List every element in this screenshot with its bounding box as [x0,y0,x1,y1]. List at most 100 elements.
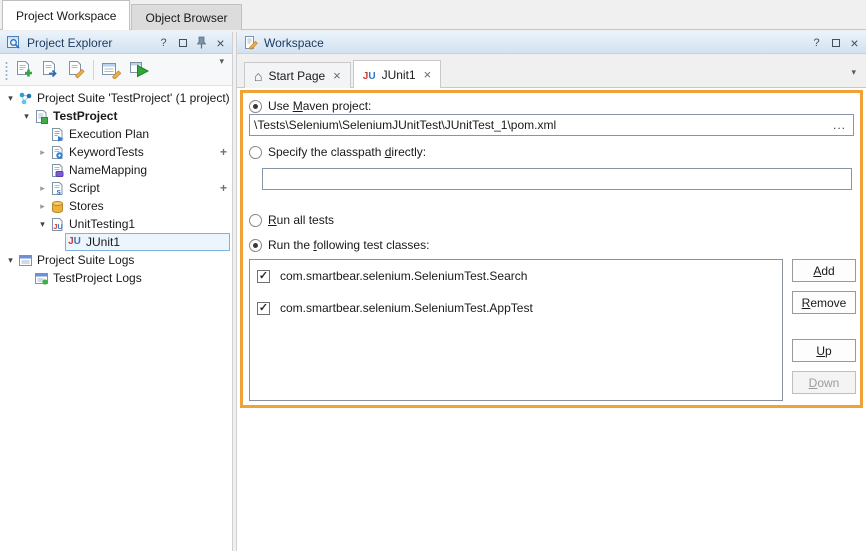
project-explorer-title: Project Explorer [27,36,112,50]
toolbar-overflow-button[interactable]: ▾ [214,54,229,69]
tree-item-project-suite-logs[interactable]: ▾Project Suite Logs [0,251,232,269]
checkbox-icon[interactable]: ✓ [257,302,270,315]
test-class-label: com.smartbear.selenium.SeleniumTest.AppT… [280,301,533,315]
tab-label: JUnit1 [382,68,416,82]
tree-item-label: Stores [66,198,107,214]
project-explorer-icon [5,35,22,50]
tree-item-label: TestProject Logs [50,270,145,286]
use-maven-radio[interactable]: Use Maven project: [249,98,371,114]
expander-open-icon[interactable]: ▾ [4,255,17,266]
edit-item-button[interactable] [64,57,88,83]
log-icon [33,271,50,286]
classpath-input[interactable] [262,168,852,190]
toolbar-grip[interactable] [3,60,8,80]
namemapping-icon [49,163,66,178]
classpath-radio[interactable]: Specify the classpath directly: [249,144,426,160]
test-classes-list[interactable]: ✓ com.smartbear.selenium.SeleniumTest.Sea… [249,259,783,401]
test-class-row[interactable]: ✓ com.smartbear.selenium.SeleniumTest.Sea… [250,260,782,292]
panel-window-buttons: ? × [810,36,861,50]
maven-path-input[interactable]: \Tests\Selenium\SeleniumJUnitTest\JUnitT… [249,114,854,136]
main-tab-bar: Project WorkspaceObject Browser [0,0,866,30]
document-tabs: ⌂ Start Page × JU JUnit1 × [244,60,443,88]
expander-closed-icon[interactable]: ▸ [36,183,49,194]
maximize-icon [179,39,187,47]
expander-open-icon[interactable]: ▾ [36,219,49,230]
tree-item-label: NameMapping [66,162,150,178]
organize-tests-button[interactable] [99,57,125,83]
tree-item-namemapping[interactable]: NameMapping [0,161,232,179]
script-icon: s [49,181,66,196]
junit-icon: JU [66,237,83,247]
tree-item-script[interactable]: ▸sScript+ [0,179,232,197]
tree-item-project-suite[interactable]: ▾ Project Suite 'TestProject' (1 project) [0,89,232,107]
tab-label: Start Page [268,69,325,83]
tree-item-junit1[interactable]: JUJUnit1 [0,233,232,251]
expander-closed-icon[interactable]: ▸ [36,147,49,158]
help-button[interactable]: ? [810,36,823,50]
add-button[interactable]: Add [792,259,856,282]
tab-close-icon[interactable]: × [333,71,341,81]
document-tab-junit1[interactable]: JU JUnit1 × [353,60,441,88]
maximize-button[interactable] [829,36,842,50]
add-plus-icon[interactable]: + [220,145,227,159]
remove-button[interactable]: Remove [792,291,856,314]
tree-item-stores[interactable]: ▸ Stores [0,197,232,215]
document-tab-start-page[interactable]: ⌂ Start Page × [244,62,351,88]
add-new-item-button[interactable] [12,57,36,83]
test-class-label: com.smartbear.selenium.SeleniumTest.Sear… [280,269,527,283]
button-label: Down [809,376,840,390]
test-class-row[interactable]: ✓ com.smartbear.selenium.SeleniumTest.App… [250,292,782,324]
tree-item-label: Project Suite 'TestProject' (1 project) [34,90,232,106]
tree-item-testproject[interactable]: ▾TestProject [0,107,232,125]
explorer-toolbar: ▾ [0,54,232,86]
add-plus-icon[interactable]: + [220,181,227,195]
expander-open-icon[interactable]: ▾ [4,93,17,104]
maximize-icon [832,39,840,47]
keyword-icon [49,145,66,160]
close-button[interactable]: × [848,36,861,50]
tree-item-testproject-logs[interactable]: TestProject Logs [0,269,232,287]
radio-on-icon[interactable] [249,239,262,252]
expander-open-icon[interactable]: ▾ [20,111,33,122]
junit-icon: JU [363,68,376,82]
close-button[interactable]: × [214,36,227,50]
tab-close-icon[interactable]: × [424,70,432,80]
tree-item-execution-plan[interactable]: Execution Plan [0,125,232,143]
execplan-icon [49,127,66,142]
svg-text:U: U [57,222,62,231]
unitdoc-icon: JU [49,217,66,232]
workspace-tab-strip: ⌂ Start Page × JU JUnit1 × ▾ [237,54,866,88]
junit-settings-group: Use Maven project: \Tests\Selenium\Selen… [240,90,863,408]
pin-button[interactable] [195,36,208,50]
run-project-button[interactable] [127,57,153,83]
project-explorer-panel: Project Explorer ? × ▾ ▾Project Suite 'T… [0,32,233,551]
tree-item-label: JUnit1 [83,234,123,250]
browse-button[interactable]: ... [830,118,849,132]
project-icon [33,109,50,124]
main-tab-project-workspace[interactable]: Project Workspace [2,0,130,30]
radio-off-icon[interactable] [249,146,262,159]
main-tab-object-browser[interactable]: Object Browser [131,4,241,30]
run-test-classes-radio[interactable]: Run the following test classes: [249,237,429,253]
down-button: Down [792,371,856,394]
tab-list-dropdown-button[interactable]: ▾ [851,67,856,78]
button-label: Up [816,344,831,358]
help-button[interactable]: ? [157,36,170,50]
button-label: Add [813,264,834,278]
home-icon: ⌂ [254,69,262,83]
tree-item-unittesting1[interactable]: ▾JUUnitTesting1 [0,215,232,233]
expander-closed-icon[interactable]: ▸ [36,201,49,212]
add-existing-item-button[interactable] [38,57,62,83]
maven-path-value: \Tests\Selenium\SeleniumJUnitTest\JUnitT… [254,118,830,132]
up-button[interactable]: Up [792,339,856,362]
maximize-button[interactable] [176,36,189,50]
radio-off-icon[interactable] [249,214,262,227]
run-test-classes-label: Run the following test classes: [268,238,429,252]
logs-icon [17,253,34,268]
radio-on-icon[interactable] [249,100,262,113]
checkbox-icon[interactable]: ✓ [257,270,270,283]
svg-text:s: s [57,187,62,196]
tree-item-keywordtests[interactable]: ▸KeywordTests+ [0,143,232,161]
classpath-label: Specify the classpath directly: [268,145,426,159]
run-all-tests-radio[interactable]: Run all tests [249,212,334,228]
